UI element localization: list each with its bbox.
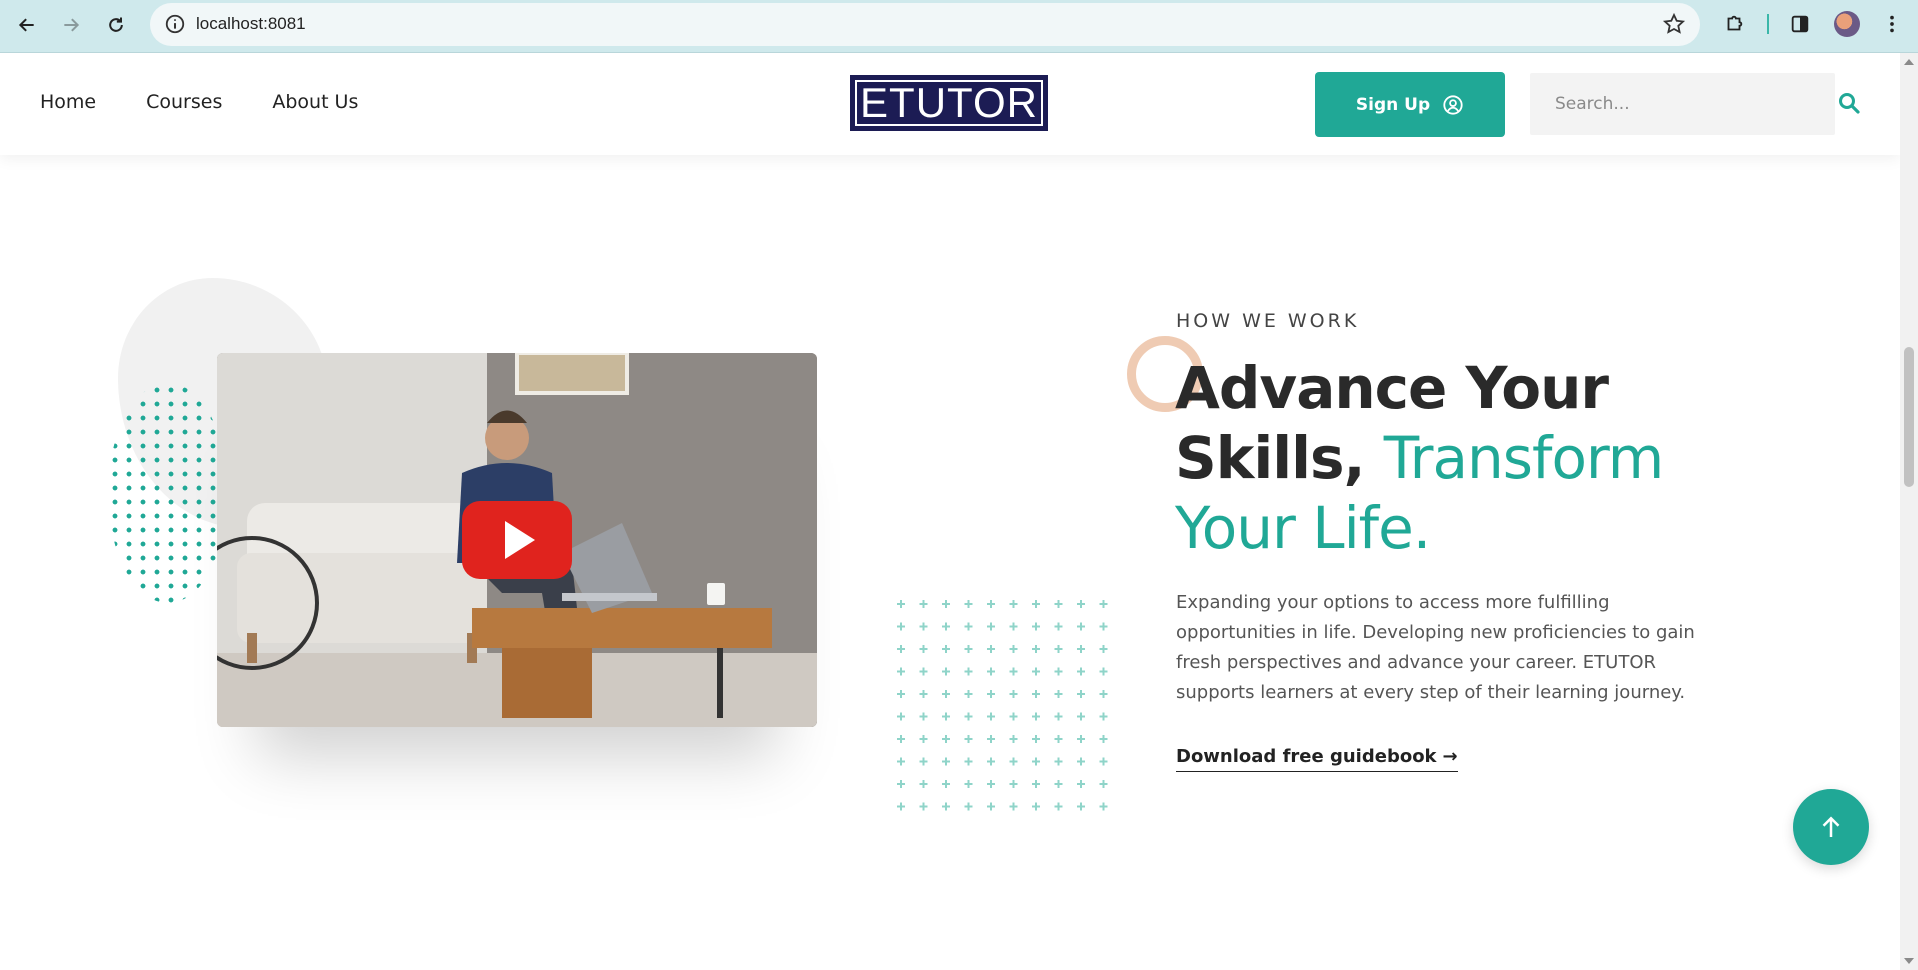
sign-up-button[interactable]: Sign Up bbox=[1315, 72, 1505, 137]
video-image bbox=[217, 353, 817, 727]
address-bar[interactable]: localhost:8081 bbox=[150, 3, 1700, 46]
arrow-up-icon bbox=[1822, 816, 1840, 837]
scrollbar-thumb[interactable] bbox=[1904, 347, 1914, 487]
scroll-to-top-button[interactable] bbox=[1793, 789, 1869, 865]
site-logo[interactable]: ETUTOR bbox=[850, 75, 1048, 131]
url-text[interactable]: localhost:8081 bbox=[196, 14, 306, 34]
main-menu: Home Courses About Us bbox=[40, 91, 358, 113]
more-menu-icon[interactable] bbox=[1878, 10, 1906, 38]
extensions-icon[interactable] bbox=[1720, 10, 1748, 38]
forward-icon[interactable] bbox=[56, 10, 86, 40]
search-input[interactable] bbox=[1530, 73, 1835, 135]
user-circle-icon bbox=[1443, 94, 1463, 115]
decorative-dot-pattern bbox=[108, 383, 228, 603]
decorative-plus-pattern bbox=[895, 598, 1117, 820]
download-guidebook-link[interactable]: Download free guidebook → bbox=[1176, 746, 1458, 772]
site-header: Home Courses About Us ETUTOR Sign Up bbox=[0, 53, 1900, 155]
menu-item-courses[interactable]: Courses bbox=[146, 91, 222, 113]
video-thumbnail[interactable] bbox=[217, 353, 817, 727]
side-panel-icon[interactable] bbox=[1786, 10, 1814, 38]
site-info-icon[interactable] bbox=[164, 13, 186, 35]
bookmark-star-icon[interactable] bbox=[1662, 12, 1686, 36]
menu-item-about-us[interactable]: About Us bbox=[272, 91, 358, 113]
download-guidebook-label: Download free guidebook bbox=[1176, 746, 1437, 767]
hero-headline: Advance Your Skills, Transform Your Life… bbox=[1175, 353, 1695, 563]
logo-text: ETUTOR bbox=[855, 79, 1043, 126]
scroll-down-arrow-icon[interactable] bbox=[1904, 958, 1914, 964]
section-eyebrow: HOW WE WORK bbox=[1176, 310, 1360, 332]
page-scrollbar[interactable] bbox=[1900, 53, 1918, 970]
page-content: Home Courses About Us ETUTOR Sign Up Sea… bbox=[0, 53, 1900, 970]
sign-up-label: Sign Up bbox=[1355, 94, 1431, 115]
back-icon[interactable] bbox=[12, 10, 42, 40]
plus-pattern-svg bbox=[897, 600, 1108, 811]
browser-toolbar: localhost:8081 bbox=[0, 0, 1918, 53]
avatar[interactable] bbox=[1834, 11, 1860, 37]
profile-avatar[interactable] bbox=[1833, 10, 1861, 38]
scroll-up-arrow-icon[interactable] bbox=[1904, 59, 1914, 65]
menu-item-home[interactable]: Home bbox=[40, 91, 96, 113]
reload-icon[interactable] bbox=[101, 10, 131, 40]
arrow-right-icon: → bbox=[1442, 746, 1458, 767]
hero-paragraph: Expanding your options to access more fu… bbox=[1176, 592, 1695, 703]
toolbar-divider bbox=[1767, 14, 1769, 34]
search-icon[interactable] bbox=[1837, 91, 1861, 115]
